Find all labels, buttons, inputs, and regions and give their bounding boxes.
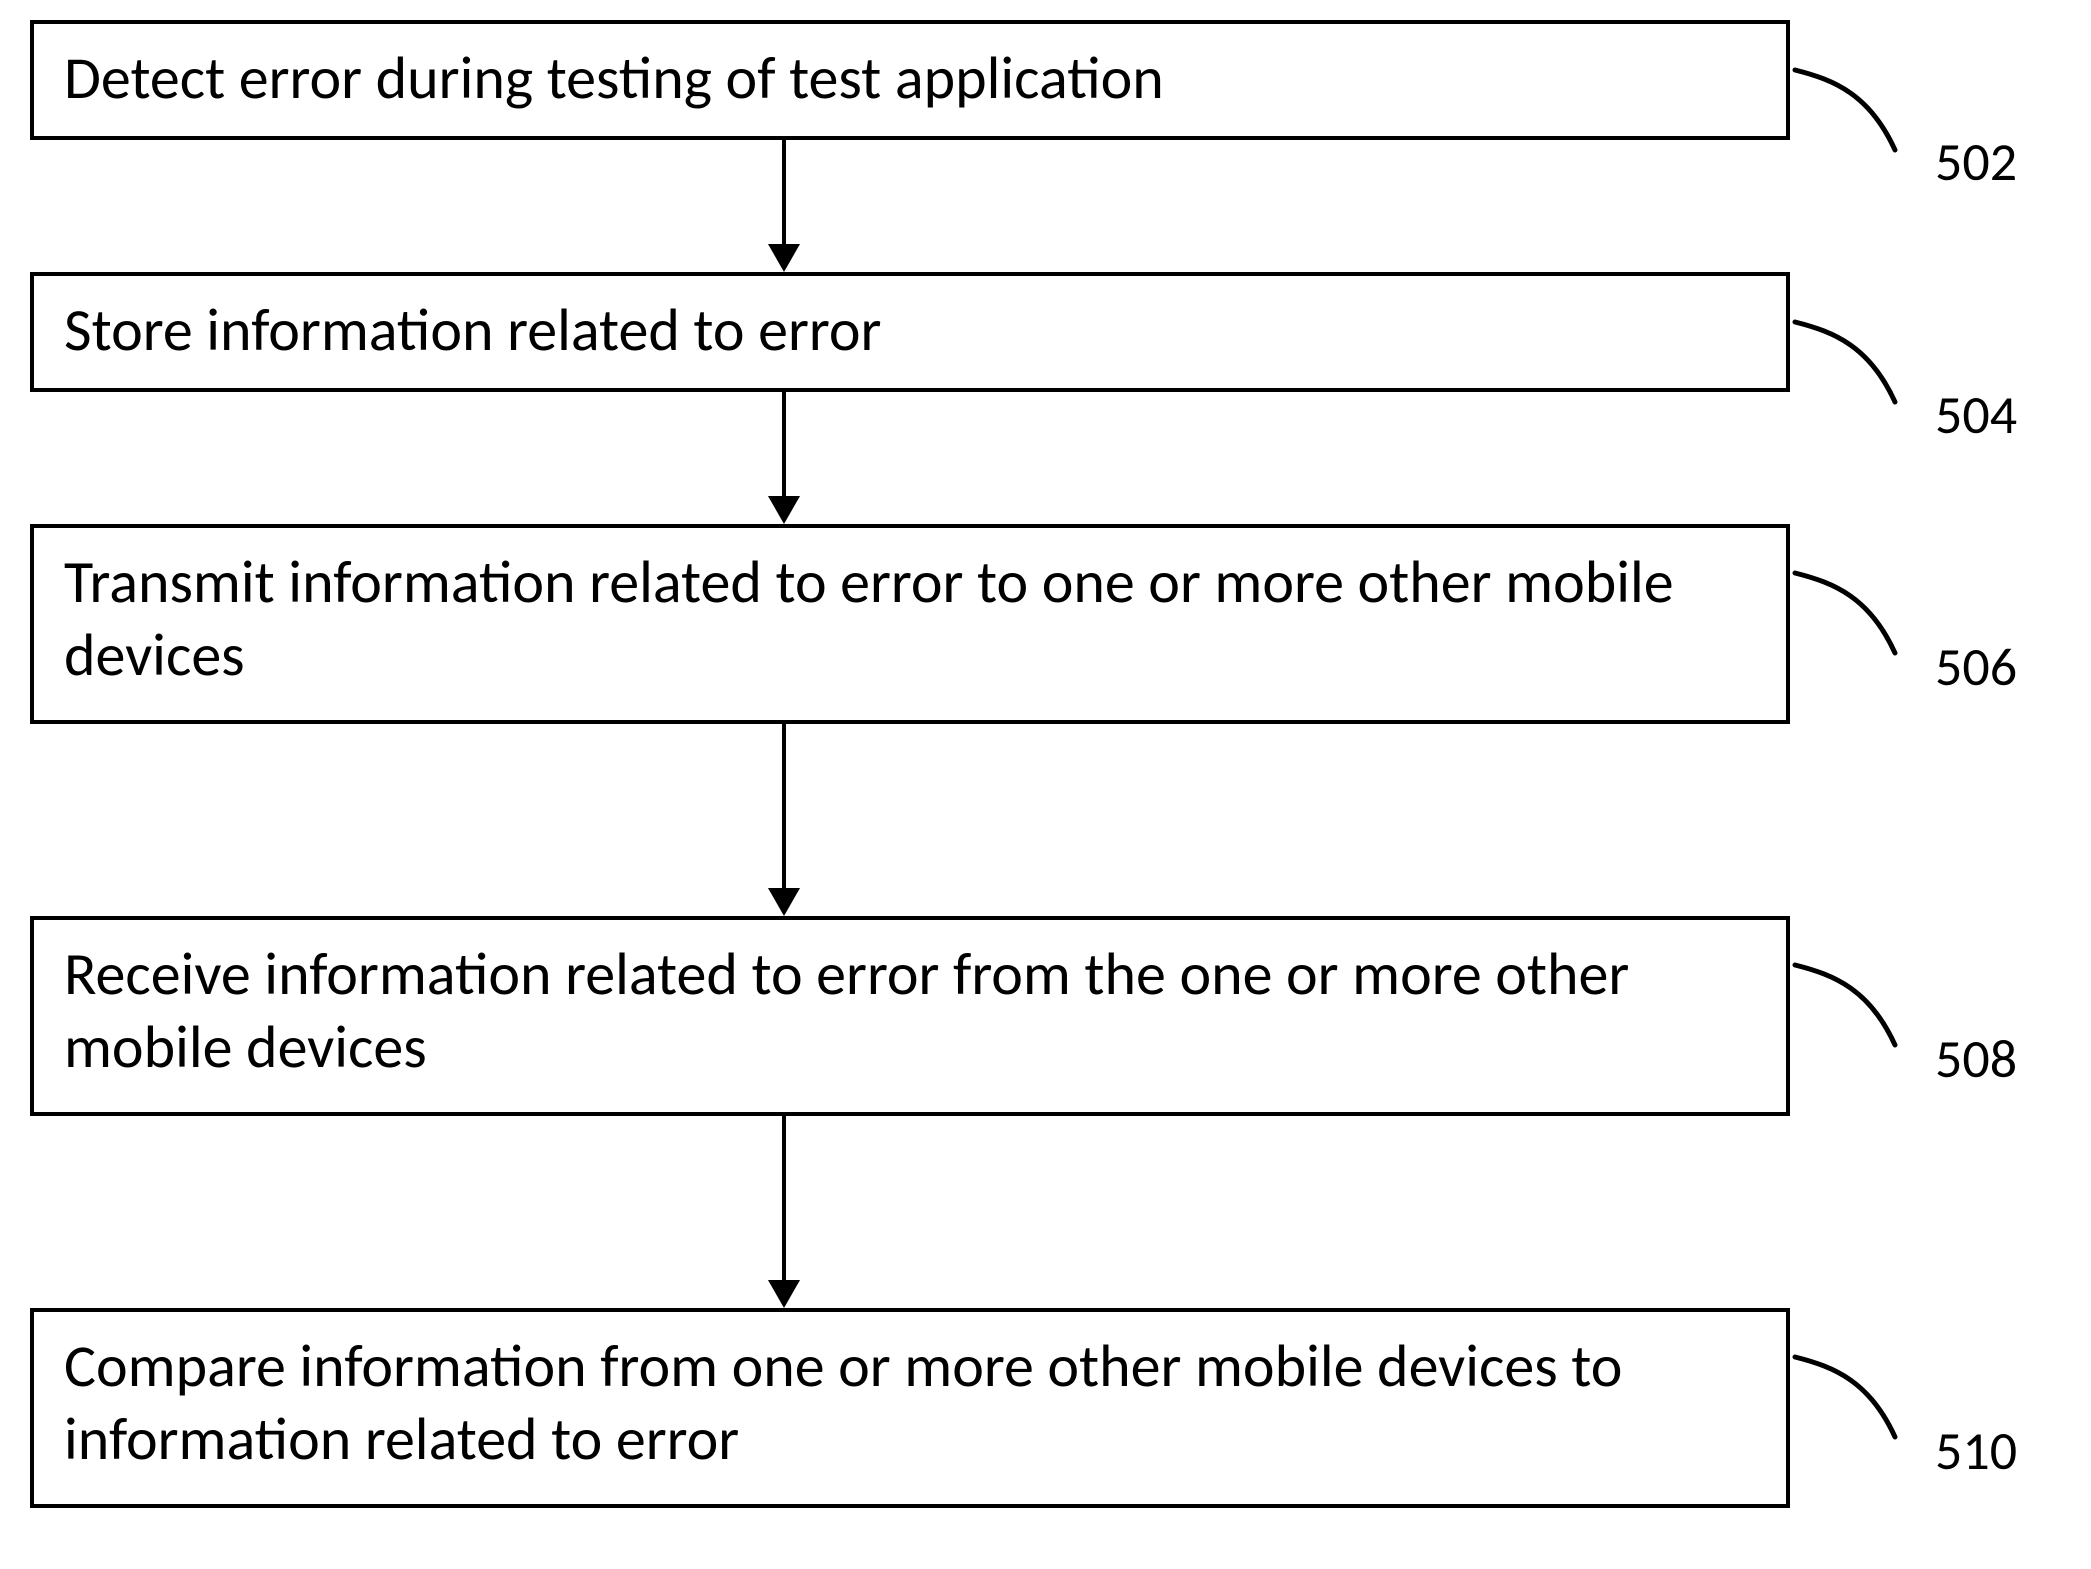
callout-4 [1790,940,1920,1060]
flowchart-canvas: Detect error during testing of test appl… [0,0,2091,1569]
step-box-4: Receive information related to error fro… [30,916,1790,1116]
arrow-1-2-head [768,244,800,272]
arrow-3-4-line [782,724,786,894]
arrow-2-3-head [768,496,800,524]
step-label-5: 510 [1935,1424,2017,1478]
arrow-1-2-line [782,140,786,250]
callout-2 [1790,297,1920,417]
step-label-3: 506 [1935,640,2017,694]
step-text-3: Transmit information related to error to… [64,546,1758,692]
step-box-5: Compare information from one or more oth… [30,1308,1790,1508]
step-label-4: 508 [1935,1032,2017,1086]
step-text-5: Compare information from one or more oth… [64,1330,1758,1476]
arrow-4-5-line [782,1116,786,1286]
arrow-4-5-head [768,1280,800,1308]
callout-1 [1790,45,1920,165]
step-box-1: Detect error during testing of test appl… [30,20,1790,140]
arrow-2-3-line [782,392,786,502]
step-text-4: Receive information related to error fro… [64,938,1758,1084]
step-box-2: Store information related to error [30,272,1790,392]
step-text-2: Store information related to error [64,294,881,367]
step-label-2: 504 [1935,388,2017,442]
step-label-1: 502 [1935,135,2017,189]
step-text-1: Detect error during testing of test appl… [64,42,1164,115]
step-box-3: Transmit information related to error to… [30,524,1790,724]
callout-5 [1790,1332,1920,1452]
arrow-3-4-head [768,888,800,916]
callout-3 [1790,548,1920,668]
